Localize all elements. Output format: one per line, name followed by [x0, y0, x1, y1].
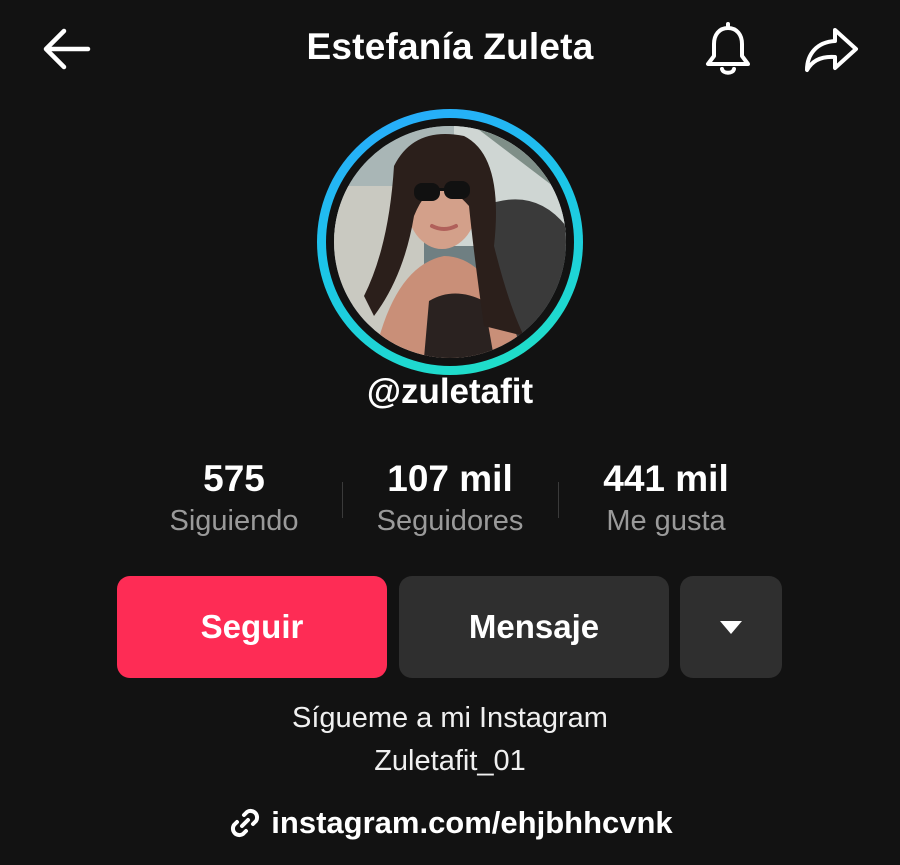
- message-button[interactable]: Mensaje: [399, 576, 669, 678]
- bio-line: Sígueme a mi Instagram: [292, 702, 608, 734]
- more-options-button[interactable]: [680, 576, 782, 678]
- arrow-left-icon: [43, 28, 91, 70]
- caret-down-icon: [720, 621, 742, 634]
- bell-icon: [706, 22, 750, 75]
- stat-likes[interactable]: 441 mil Me gusta: [566, 455, 766, 538]
- bio-link-text[interactable]: instagram.com/ehjbhhcvnk: [271, 805, 672, 841]
- bio-line: Zuletafit_01: [374, 745, 526, 777]
- stat-value: 441 mil: [603, 458, 729, 499]
- share-arrow-icon: [805, 28, 858, 72]
- avatar-ring-gap: [326, 118, 574, 366]
- link-icon: [231, 808, 260, 838]
- back-button[interactable]: [36, 24, 96, 74]
- profile-photo: [334, 126, 566, 358]
- stat-label: Siguiendo: [169, 505, 299, 537]
- stat-value: 575: [203, 458, 265, 499]
- avatar-story-ring[interactable]: [317, 109, 583, 375]
- follow-button[interactable]: Seguir: [117, 576, 387, 678]
- avatar: [334, 126, 566, 358]
- stat-following[interactable]: 575 Siguiendo: [134, 455, 334, 538]
- stat-label: Me gusta: [606, 505, 726, 537]
- top-bar: Estefanía Zuleta: [0, 0, 900, 100]
- stat-divider: [558, 482, 559, 518]
- notifications-button[interactable]: [700, 20, 756, 80]
- page-title: Estefanía Zuleta: [306, 26, 594, 67]
- username: @zuletafit: [366, 372, 534, 411]
- stat-followers[interactable]: 107 mil Seguidores: [350, 455, 550, 538]
- stat-label: Seguidores: [376, 505, 524, 537]
- bio-link[interactable]: instagram.com/ehjbhhcvnk: [150, 805, 750, 841]
- stat-value: 107 mil: [387, 458, 513, 499]
- stat-divider: [342, 482, 343, 518]
- share-button[interactable]: [800, 20, 862, 80]
